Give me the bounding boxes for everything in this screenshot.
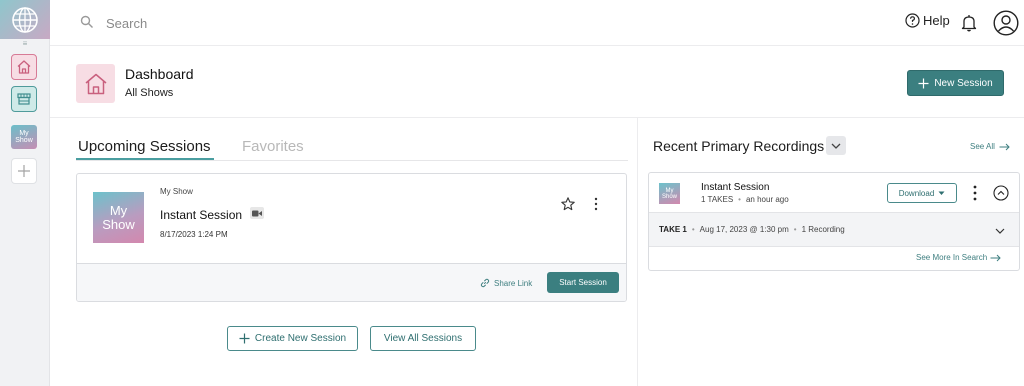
thumb-line1: My [109, 202, 128, 218]
download-button[interactable]: Download [887, 183, 957, 203]
help-label: Help [923, 13, 950, 28]
sidebar-item-store[interactable] [11, 86, 37, 112]
bell-icon[interactable] [960, 13, 978, 33]
session-card[interactable]: My Show My Show Instant Session 8/17/202… [76, 173, 627, 302]
help-icon [905, 13, 920, 28]
user-icon[interactable] [993, 10, 1019, 36]
arrow-right-icon [999, 143, 1010, 150]
dashboard-tile [76, 64, 115, 103]
sidebar-item-my-show[interactable]: My Show [11, 125, 37, 149]
separator-dot: • [691, 225, 695, 234]
recording-meta: 1 TAKES • an hour ago [701, 195, 789, 204]
new-session-label: New Session [934, 77, 993, 89]
take-row[interactable]: TAKE 1 • Aug 17, 2023 @ 1:30 pm • 1 Reco… [649, 212, 1019, 247]
sidebar-collapse-handle[interactable]: ≡ [21, 40, 29, 48]
top-bar: Help [50, 0, 1024, 46]
plus-icon [239, 333, 250, 344]
create-new-session-button[interactable]: Create New Session [227, 326, 358, 351]
page-subtitle: All Shows [125, 87, 174, 99]
session-title: Instant Session [160, 208, 243, 222]
kebab-icon[interactable] [592, 196, 600, 212]
home-icon [17, 60, 31, 74]
star-icon[interactable] [560, 196, 576, 212]
see-more-label: See More In Search [916, 253, 988, 262]
take-label: TAKE 1 [659, 225, 687, 234]
tab-upcoming-sessions[interactable]: Upcoming Sessions [78, 138, 211, 155]
see-more-in-search-link[interactable]: See More In Search [916, 253, 1001, 262]
sidebar-add-show-button[interactable] [11, 158, 37, 184]
create-new-session-label: Create New Session [254, 333, 347, 344]
take-date: Aug 17, 2023 @ 1:30 pm [699, 225, 789, 234]
recording-card[interactable]: My Show Instant Session 1 TAKES • an hou… [648, 172, 1020, 271]
take-recordings: 1 Recording [801, 225, 845, 234]
session-card-footer: Share Link Start Session [77, 263, 626, 301]
caret-down-icon [938, 191, 945, 195]
storefront-icon [17, 93, 31, 105]
view-all-sessions-button[interactable]: View All Sessions [370, 326, 476, 351]
new-session-button[interactable]: New Session [907, 70, 1004, 96]
share-link-label: Share Link [494, 278, 533, 288]
see-all-label: See All [970, 142, 995, 151]
download-label: Download [898, 188, 935, 198]
sidebar-show-line1: My [19, 130, 29, 137]
help-button[interactable]: Help [905, 13, 950, 28]
recent-recordings-pane: Recent Primary Recordings See All My Sho… [638, 118, 1024, 386]
take-info: TAKE 1 • Aug 17, 2023 @ 1:30 pm • 1 Reco… [659, 225, 845, 234]
tab-divider [76, 160, 628, 161]
recording-takes: 1 TAKES [701, 195, 734, 204]
separator-dot: • [793, 225, 797, 234]
arrow-right-icon [990, 254, 1001, 261]
home-icon [85, 73, 106, 94]
globe-logo[interactable] [0, 0, 50, 39]
session-show-name: My Show [160, 187, 193, 196]
page-title: Dashboard [125, 66, 194, 82]
plus-icon [918, 78, 929, 88]
recent-recordings-title: Recent Primary Recordings [653, 138, 825, 154]
tab-favorites[interactable]: Favorites [242, 138, 304, 155]
sidebar-show-line2: Show [15, 137, 33, 144]
start-session-button[interactable]: Start Session [547, 272, 619, 293]
see-all-link[interactable]: See All [970, 142, 1010, 151]
link-icon [480, 278, 490, 288]
page-header: Dashboard All Shows New Session [50, 46, 1024, 118]
sessions-pane: Upcoming Sessions Favorites My Show My S… [50, 118, 638, 386]
rec-thumb-line2: Show [661, 193, 677, 200]
session-datetime: 8/17/2023 1:24 PM [160, 230, 228, 239]
recordings-filter-dropdown[interactable] [826, 136, 846, 155]
chevron-down-icon [831, 143, 841, 149]
video-badge [250, 207, 264, 219]
kebab-icon[interactable] [972, 184, 978, 202]
chevron-up-icon[interactable] [993, 185, 1009, 201]
plus-icon [18, 165, 30, 177]
share-link-button[interactable]: Share Link [480, 278, 532, 288]
globe-icon [12, 6, 38, 33]
sidebar-item-home[interactable] [11, 54, 37, 80]
recording-thumbnail: My Show [659, 183, 680, 204]
search-input[interactable] [106, 12, 406, 34]
thumb-line2: Show [102, 216, 135, 232]
recording-title: Instant Session [701, 182, 770, 193]
sidebar: ≡ My Show [0, 0, 50, 386]
recording-time: an hour ago [745, 195, 789, 204]
separator-dot: • [738, 195, 741, 204]
active-tab-indicator [76, 158, 214, 160]
show-thumbnail: My Show [93, 192, 144, 243]
search-icon [80, 15, 93, 28]
chevron-down-icon[interactable] [994, 225, 1006, 237]
video-camera-icon [252, 210, 262, 216]
